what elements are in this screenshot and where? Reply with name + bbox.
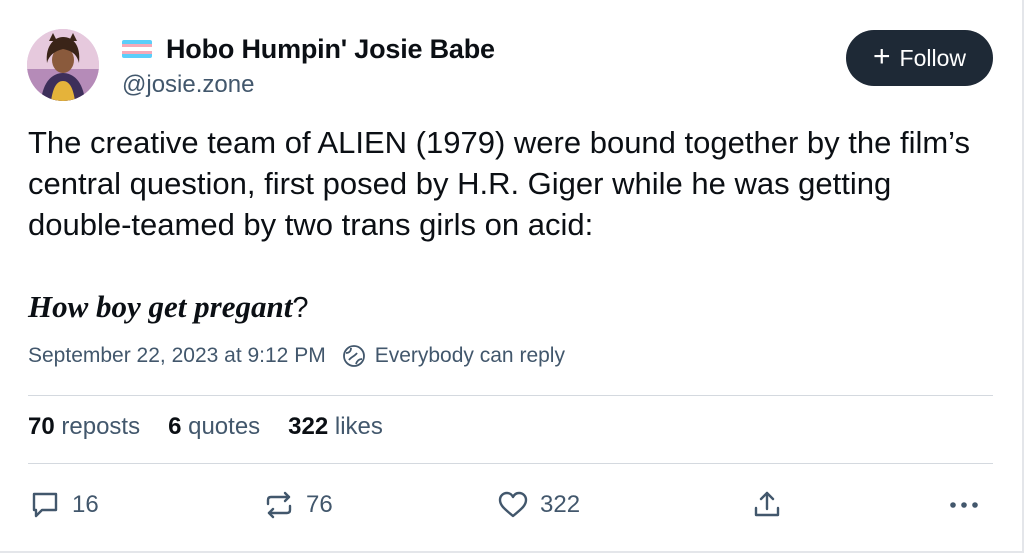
quotes-count: 6 — [168, 413, 182, 440]
post-emphasis-suffix: ? — [292, 292, 309, 324]
post-timestamp[interactable]: September 22, 2023 at 9:12 PM — [28, 344, 326, 368]
like-button[interactable]: 322 — [496, 488, 580, 522]
author-display-name[interactable]: Hobo Humpin' Josie Babe — [166, 34, 495, 65]
avatar[interactable] — [27, 29, 99, 101]
like-count: 322 — [540, 491, 581, 518]
trans-flag-icon — [122, 40, 152, 58]
reply-count: 16 — [72, 491, 99, 518]
reposts-count: 70 — [28, 413, 55, 440]
divider — [28, 463, 993, 464]
share-button[interactable] — [750, 488, 794, 522]
post-text: The creative team of ALIEN (1979) were b… — [28, 125, 970, 242]
quotes-label: quotes — [188, 413, 261, 440]
author-handle[interactable]: @josie.zone — [122, 71, 254, 99]
reposts-label: reposts — [61, 413, 141, 440]
post-emphasis-line: How boy get pregant? — [28, 287, 309, 328]
reposts-stat[interactable]: 70 reposts — [28, 413, 140, 441]
author-name-row[interactable]: Hobo Humpin' Josie Babe — [122, 32, 495, 66]
repost-icon — [266, 491, 292, 519]
follow-label: Follow — [899, 44, 966, 71]
follow-button[interactable]: + Follow — [846, 30, 993, 86]
repost-count: 76 — [306, 491, 333, 518]
reply-icon — [32, 492, 58, 518]
post-emphasis-text: How boy get pregant — [28, 289, 293, 324]
likes-count: 322 — [288, 413, 329, 440]
repost-button[interactable]: 76 — [262, 488, 333, 522]
share-icon — [754, 491, 780, 517]
more-icon — [950, 502, 978, 508]
likes-stat[interactable]: 322 likes — [288, 413, 383, 441]
globe-icon — [342, 344, 366, 368]
post-actions: 16 76 322 — [0, 486, 1024, 526]
plus-icon: + — [873, 39, 891, 73]
avatar-image — [27, 29, 99, 101]
reply-setting[interactable]: Everybody can reply — [375, 344, 565, 368]
more-options-button[interactable] — [946, 488, 992, 522]
post-card: Hobo Humpin' Josie Babe @josie.zone + Fo… — [0, 0, 1024, 553]
heart-icon — [498, 491, 528, 518]
divider — [28, 395, 993, 396]
post-meta: September 22, 2023 at 9:12 PM Everybody … — [28, 344, 565, 368]
quotes-stat[interactable]: 6 quotes — [168, 413, 260, 441]
post-stats: 70 reposts 6 quotes 322 likes — [28, 413, 411, 441]
likes-label: likes — [334, 413, 383, 440]
reply-button[interactable]: 16 — [28, 488, 99, 522]
